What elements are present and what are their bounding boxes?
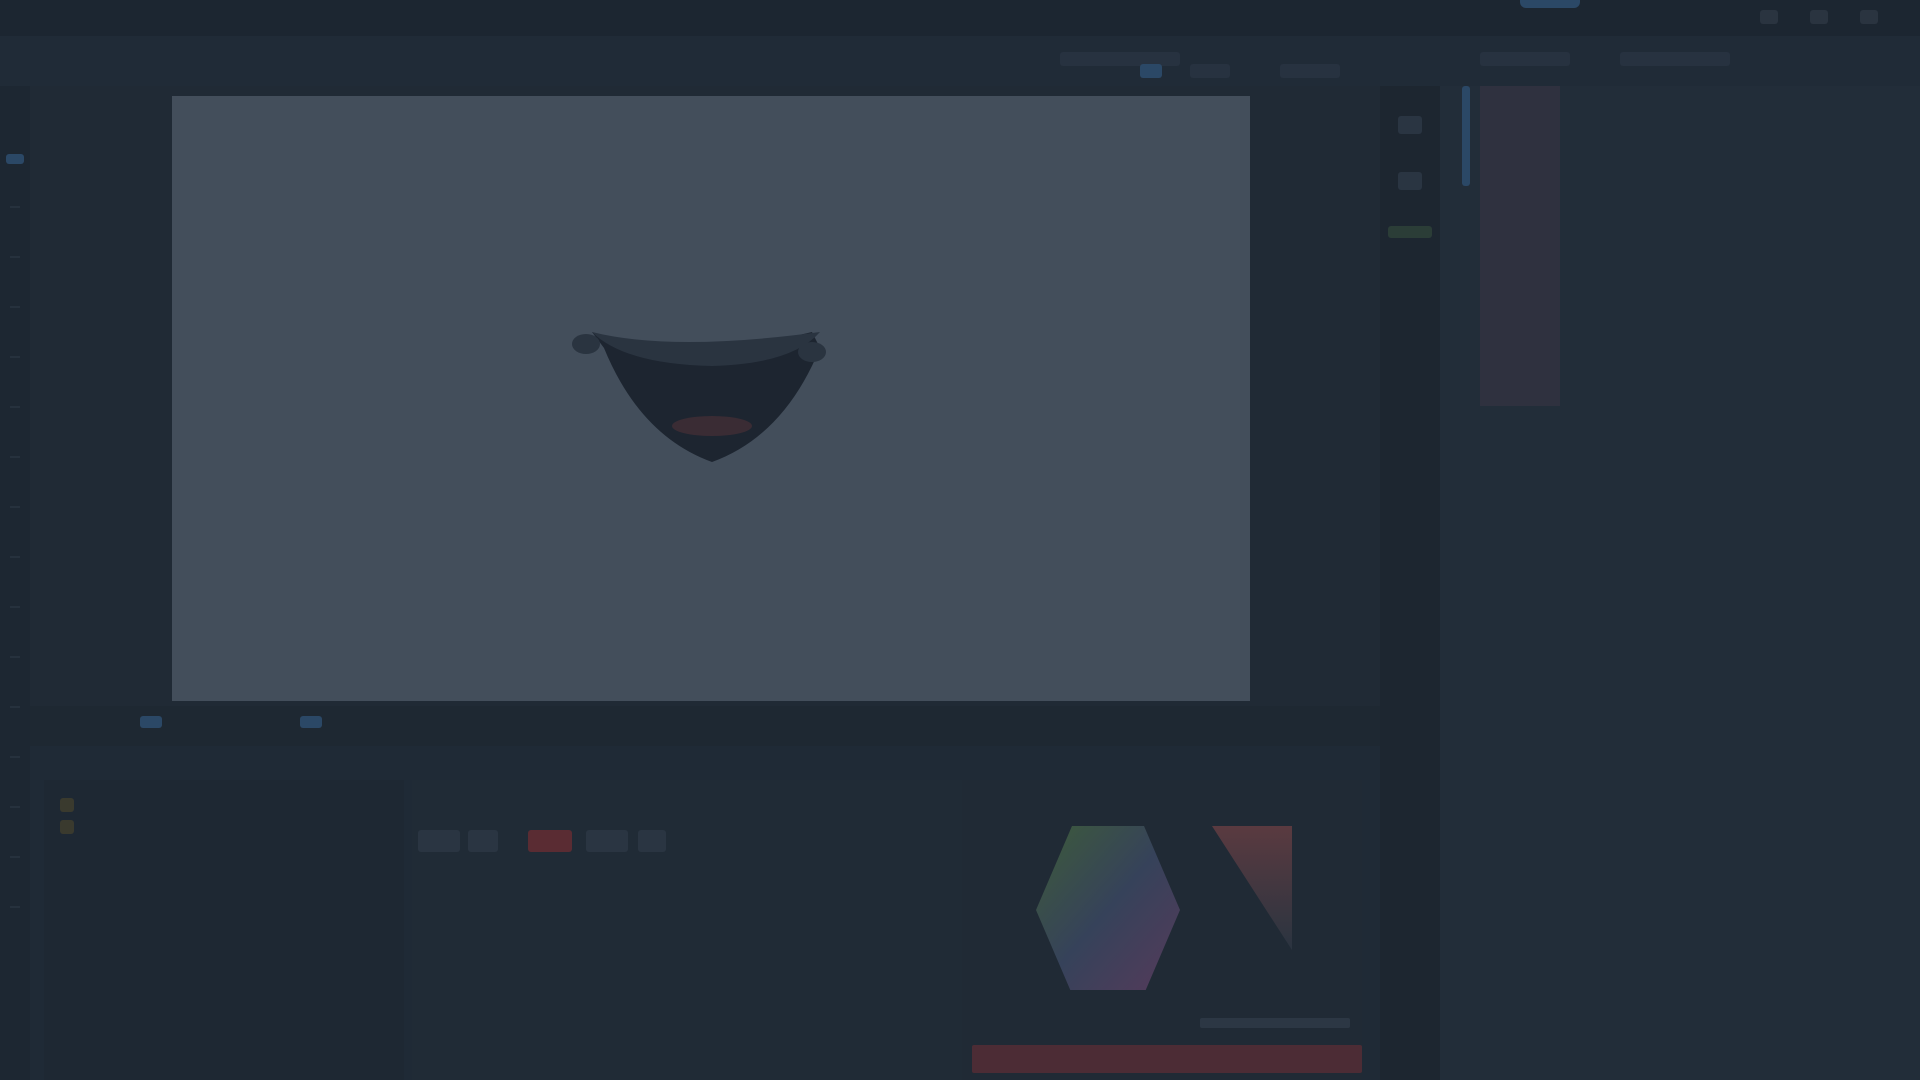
zoom-control[interactable] [1190, 64, 1230, 78]
color-panel [962, 780, 1362, 1080]
rectangle-tool-icon[interactable] [10, 506, 20, 508]
select-tool-icon[interactable] [6, 154, 24, 164]
stroke-color-swatch[interactable] [528, 830, 572, 852]
hex-input[interactable] [1200, 1018, 1350, 1028]
keyframe-marker[interactable] [300, 716, 322, 728]
timeline-strip [30, 706, 1380, 746]
scene-selector[interactable] [1060, 52, 1180, 66]
oval-tool-icon[interactable] [10, 556, 20, 558]
workspace-tab[interactable] [1520, 0, 1580, 8]
fill-button[interactable] [468, 830, 498, 852]
hand-tool-icon[interactable] [10, 856, 20, 858]
lasso-tool-icon[interactable] [10, 306, 20, 308]
saturation-triangle[interactable] [1212, 826, 1292, 950]
components-icon[interactable] [1398, 172, 1422, 190]
eyedropper-tool-icon[interactable] [10, 756, 20, 758]
free-transform-tool-icon[interactable] [10, 256, 20, 258]
close-icon[interactable] [1860, 10, 1878, 24]
layer-scroll-handle[interactable] [1462, 86, 1470, 186]
text-tool-icon[interactable] [10, 406, 20, 408]
pencil-tool-icon[interactable] [10, 606, 20, 608]
folder-icon[interactable] [60, 798, 74, 812]
properties-tab[interactable] [1480, 52, 1570, 66]
maximize-icon[interactable] [1810, 10, 1828, 24]
library-tab[interactable] [1620, 52, 1730, 66]
panel-dock [1380, 86, 1440, 1080]
camera-icon[interactable] [1140, 64, 1162, 78]
fit-stage-button[interactable] [1280, 64, 1340, 78]
brush-tool-icon[interactable] [10, 656, 20, 658]
tools-strip [0, 86, 30, 1080]
motion-presets-icon[interactable] [1388, 226, 1432, 238]
menu-bar [0, 0, 1920, 36]
assets-panel [44, 780, 404, 1080]
top-toolbar [0, 36, 1920, 86]
line-tool-icon[interactable] [10, 456, 20, 458]
pen-tool-icon[interactable] [10, 356, 20, 358]
library-icon[interactable] [1398, 116, 1422, 134]
canvas[interactable] [172, 96, 1250, 701]
layer-column[interactable] [1480, 86, 1560, 406]
mouth-corner-left [572, 334, 600, 354]
properties-panel [412, 780, 962, 1080]
color-wheel[interactable] [962, 780, 1362, 990]
playhead-marker[interactable] [140, 716, 162, 728]
eraser-tool-icon[interactable] [10, 806, 20, 808]
zoom-tool-icon[interactable] [10, 906, 20, 908]
width-button[interactable] [586, 830, 628, 852]
minimize-icon[interactable] [1760, 10, 1778, 24]
current-color-bar[interactable] [972, 1045, 1362, 1073]
style-button[interactable] [638, 830, 666, 852]
mouth-corner-right [798, 342, 826, 362]
hue-hexagon[interactable] [1036, 826, 1180, 990]
bucket-tool-icon[interactable] [10, 706, 20, 708]
tongue [672, 416, 752, 436]
folder-icon[interactable] [60, 820, 74, 834]
subselect-tool-icon[interactable] [10, 206, 20, 208]
mouth-drawing[interactable] [172, 96, 1250, 701]
stroke-button[interactable] [418, 830, 460, 852]
